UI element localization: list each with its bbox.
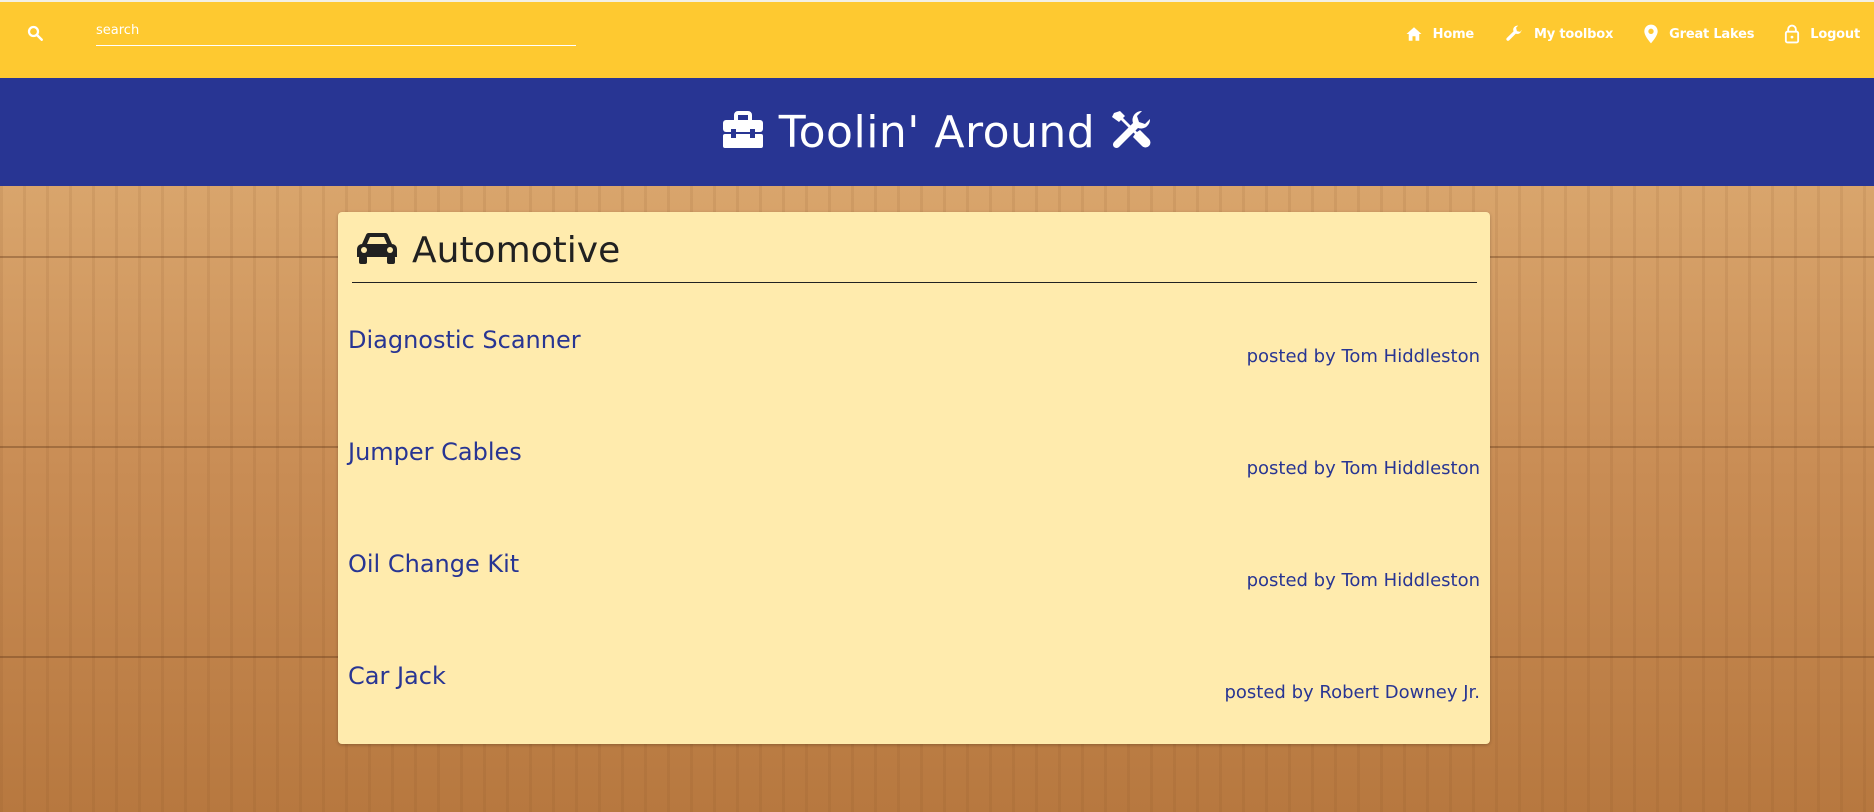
search-icon[interactable] [22, 20, 48, 46]
nav-my-toolbox-link[interactable]: My toolbox [1504, 24, 1613, 44]
nav-logout-link[interactable]: Logout [1784, 24, 1860, 44]
top-nav-bar: Home My toolbox Great Lakes Logout [0, 0, 1874, 78]
site-title: Toolin' Around [778, 106, 1096, 158]
list-item: Car Jack posted by Robert Downey Jr. [338, 620, 1490, 732]
tool-link[interactable]: Car Jack [348, 662, 446, 690]
search-field-wrapper [96, 16, 576, 46]
nav-my-toolbox-label: My toolbox [1534, 26, 1614, 42]
tools-icon [1109, 108, 1153, 156]
tool-link[interactable]: Diagnostic Scanner [348, 326, 581, 354]
toolbox-icon [721, 110, 765, 154]
tool-list: Diagnostic Scanner posted by Tom Hiddles… [338, 284, 1490, 732]
search-input[interactable] [96, 16, 576, 45]
car-icon [352, 230, 402, 270]
divider [352, 282, 1477, 283]
category-title: Automotive [412, 229, 621, 271]
nav-home-label: Home [1432, 26, 1475, 42]
posted-by-text: posted by Tom Hiddleston [1246, 570, 1480, 591]
category-header: Automotive [352, 226, 620, 274]
site-banner: Toolin' Around [0, 78, 1874, 186]
nav-logout-label: Logout [1810, 26, 1860, 42]
posted-by-text: posted by Tom Hiddleston [1246, 346, 1480, 367]
wrench-icon [1504, 24, 1524, 44]
nav-location-link[interactable]: Great Lakes [1643, 24, 1754, 44]
tool-link[interactable]: Oil Change Kit [348, 550, 519, 578]
nav-location-label: Great Lakes [1669, 26, 1755, 42]
list-item: Oil Change Kit posted by Tom Hiddleston [338, 508, 1490, 620]
home-icon [1405, 25, 1423, 43]
posted-by-text: posted by Tom Hiddleston [1246, 458, 1480, 479]
list-item: Diagnostic Scanner posted by Tom Hiddles… [338, 284, 1490, 396]
tool-link[interactable]: Jumper Cables [348, 438, 522, 466]
lock-icon [1784, 24, 1800, 44]
list-item: Jumper Cables posted by Tom Hiddleston [338, 396, 1490, 508]
posted-by-text: posted by Robert Downey Jr. [1224, 682, 1480, 703]
nav-links: Home My toolbox Great Lakes Logout [1405, 20, 1860, 48]
nav-home-link[interactable]: Home [1405, 25, 1474, 43]
location-pin-icon [1643, 24, 1659, 44]
category-card: Automotive Diagnostic Scanner posted by … [338, 212, 1490, 744]
